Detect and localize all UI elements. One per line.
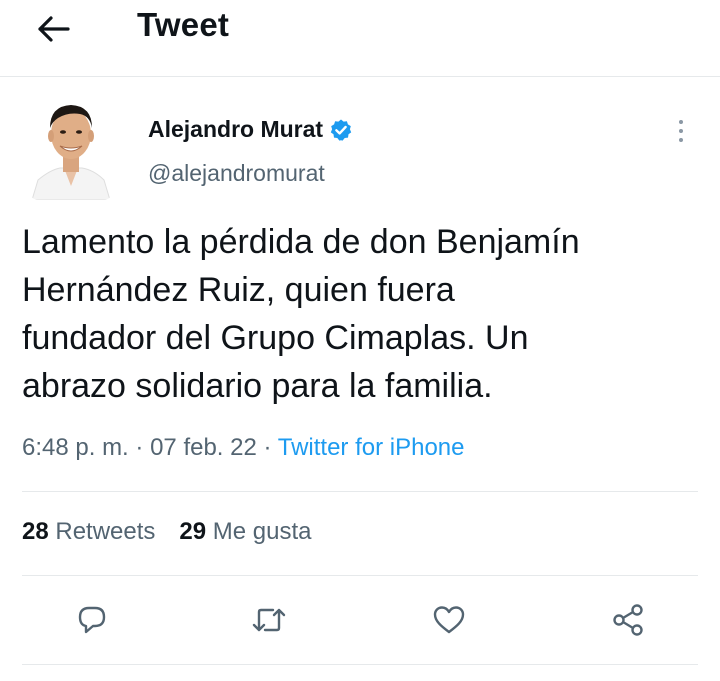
divider — [22, 575, 698, 576]
meta-separator: · — [135, 434, 144, 461]
likes-stat[interactable]: 29 Me gusta — [179, 518, 311, 546]
meta-separator: · — [263, 434, 272, 461]
avatar[interactable] — [30, 96, 112, 200]
share-icon — [613, 604, 643, 636]
tweet-actions — [0, 596, 720, 652]
tweet-source-link[interactable]: Twitter for iPhone — [278, 434, 465, 461]
divider — [22, 491, 698, 492]
reply-icon — [78, 606, 106, 634]
retweet-button[interactable] — [245, 596, 293, 644]
likes-label: Me gusta — [212, 518, 312, 545]
divider — [22, 664, 698, 665]
share-button[interactable] — [604, 596, 652, 644]
retweets-count: 28 — [22, 518, 49, 545]
back-button[interactable] — [32, 8, 74, 50]
likes-count: 29 — [179, 518, 207, 545]
verified-badge-icon — [330, 119, 352, 141]
tweet-text-line: Lamento la pérdida de don Benjamín — [22, 223, 580, 261]
top-bar: Tweet — [0, 0, 720, 77]
tweet-stats: 28 Retweets 29 Me gusta — [22, 518, 312, 546]
retweets-label: Retweets — [55, 518, 156, 545]
more-options-button[interactable] — [668, 116, 694, 146]
page-title: Tweet — [137, 6, 230, 43]
retweet-icon — [252, 608, 286, 632]
more-dot-icon — [679, 120, 683, 124]
tweet-text-line: abrazo solidario para la familia. — [22, 367, 493, 405]
tweet-text-line: fundador del Grupo Cimaplas. Un — [22, 319, 529, 357]
author-name-row[interactable]: Alejandro Murat — [148, 116, 353, 143]
more-dot-icon — [679, 129, 683, 133]
author-handle[interactable]: @alejandromurat — [148, 160, 325, 187]
tweet-date[interactable]: 07 feb. 22 — [150, 434, 257, 461]
tweet-text-line: Hernández Ruiz, quien fuera — [22, 271, 455, 309]
like-button[interactable] — [425, 596, 473, 644]
tweet-text: Lamento la pérdida de don Benjamín Herná… — [22, 218, 692, 410]
arrow-left-icon — [38, 16, 70, 42]
tweet-metadata: 6:48 p. m. · 07 feb. 22 · Twitter for iP… — [22, 434, 465, 462]
more-dot-icon — [679, 138, 683, 142]
reply-button[interactable] — [68, 596, 116, 644]
author-name[interactable]: Alejandro Murat — [148, 116, 323, 143]
tweet-time[interactable]: 6:48 p. m. — [22, 434, 129, 461]
like-icon — [433, 606, 465, 634]
retweets-stat[interactable]: 28 Retweets — [22, 518, 155, 546]
